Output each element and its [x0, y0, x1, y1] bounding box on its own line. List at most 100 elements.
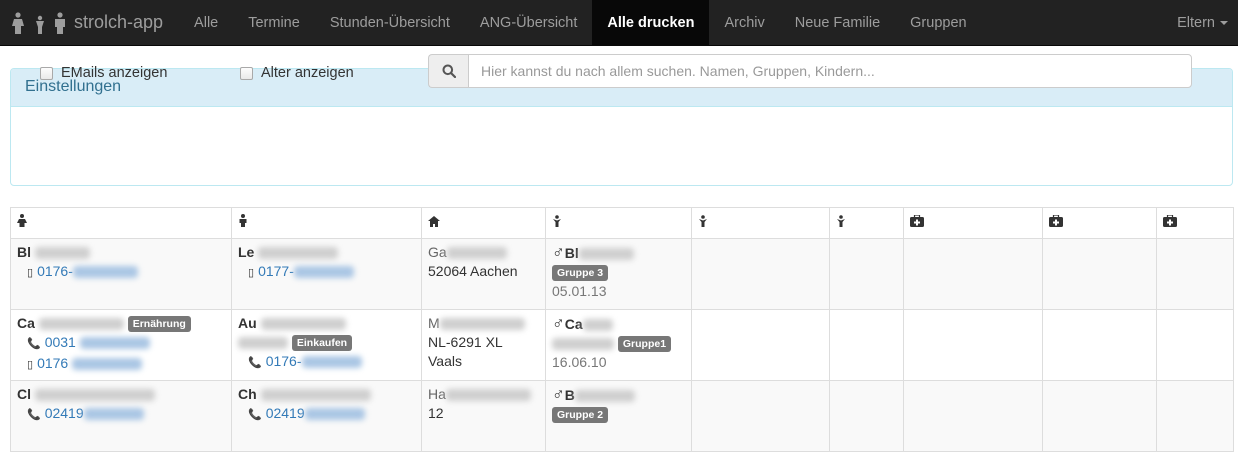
group-badge: Gruppe 2: [552, 407, 609, 424]
mobile-icon: ▯: [248, 267, 255, 279]
checkbox-icon[interactable]: [40, 66, 53, 80]
phone-link[interactable]: 0177-: [258, 263, 294, 279]
nav-stunden-uebersicht[interactable]: Stunden-Übersicht: [315, 0, 465, 45]
redacted-text: [574, 390, 635, 403]
column-header-address[interactable]: [421, 207, 546, 239]
child-cell-empty: [829, 238, 904, 310]
medical-kit-icon: [910, 214, 924, 230]
mother-cell: Bl ▯ 0176-: [10, 238, 232, 310]
brand-link[interactable]: strolch-app: [0, 0, 179, 45]
column-header-medical-3[interactable]: [1156, 207, 1234, 239]
street: Ga: [428, 244, 447, 260]
eltern-dropdown-label: Eltern: [1177, 14, 1215, 31]
mother-name: Cl: [17, 386, 31, 402]
show-age-checkbox[interactable]: Alter anzeigen: [240, 65, 354, 81]
phone-link[interactable]: 0176-: [266, 353, 302, 369]
mobile-icon: ▯: [27, 267, 34, 279]
redacted-text: [34, 389, 155, 402]
redacted-text: [83, 408, 144, 421]
phone-link[interactable]: 0176-: [37, 263, 73, 279]
table-row: Cl 📞 02419 Ch 📞 02419 Ha 12 ♂B Gruppe 2: [10, 380, 1234, 452]
redacted-text: [304, 408, 365, 421]
redacted-text: [439, 318, 525, 331]
phone-link[interactable]: 02419: [266, 405, 305, 421]
column-header-child-2[interactable]: [691, 207, 830, 239]
mother-icon: [17, 214, 27, 230]
phone-link[interactable]: 02419: [45, 405, 84, 421]
medical-cell-empty: [1042, 309, 1157, 381]
redacted-text: [34, 247, 90, 260]
redacted-text: [293, 266, 354, 279]
checkbox-icon[interactable]: [240, 66, 253, 80]
father-name: Ch: [238, 386, 257, 402]
show-emails-checkbox[interactable]: EMails anzeigen: [40, 65, 167, 81]
medical-cell-empty: [1156, 238, 1234, 310]
caret-down-icon: [1220, 20, 1228, 25]
brand-name: strolch-app: [74, 12, 164, 32]
redacted-text: [260, 318, 346, 331]
medical-cell-empty: [1042, 238, 1157, 310]
column-header-mother[interactable]: [10, 207, 232, 239]
redacted-text: [578, 248, 634, 261]
nav-neue-familie[interactable]: Neue Familie: [780, 0, 895, 45]
phone-link[interactable]: 0176: [37, 355, 68, 371]
medical-kit-icon: [1049, 214, 1063, 230]
redacted-text: [301, 356, 362, 369]
medical-cell-empty: [903, 380, 1043, 452]
medical-cell-empty: [1042, 380, 1157, 452]
child-name: B: [564, 387, 575, 403]
nav-alle[interactable]: Alle: [179, 0, 233, 45]
address-cell: M NL-6291 XL Vaals: [421, 309, 546, 381]
address-cell: Ha 12: [421, 380, 546, 452]
phone-icon: 📞: [248, 357, 262, 369]
medical-cell-empty: [903, 238, 1043, 310]
child-cell-empty: [691, 309, 830, 381]
redacted-text: [79, 337, 150, 350]
redacted-text: [260, 389, 371, 402]
column-header-father[interactable]: [231, 207, 422, 239]
phone-link[interactable]: 0031: [45, 334, 76, 350]
city: NL-6291 XL: [428, 334, 503, 350]
nav-termine[interactable]: Termine: [233, 0, 315, 45]
mother-name: Bl: [17, 244, 31, 260]
table-row: Ca Ernährung 📞 0031 ▯ 0176 Au Einkaufen 📞 0…: [10, 309, 1234, 381]
phone-icon: 📞: [27, 409, 41, 421]
street: M: [428, 315, 440, 331]
redacted-text: [582, 319, 613, 332]
show-age-label: Alter anzeigen: [261, 65, 354, 81]
child-cell-empty: [829, 380, 904, 452]
child-birthdate: 05.01.13: [552, 283, 607, 299]
nav-gruppen[interactable]: Gruppen: [895, 0, 981, 45]
redacted-text: [552, 338, 614, 351]
column-header-medical-2[interactable]: [1042, 207, 1157, 239]
redacted-text: [38, 318, 124, 331]
redacted-text: [446, 247, 507, 260]
child-icon: [552, 214, 562, 230]
mother-cell: Ca Ernährung 📞 0031 ▯ 0176: [10, 309, 232, 381]
column-header-child-1[interactable]: [545, 207, 692, 239]
child-birthdate: 16.06.10: [552, 354, 607, 370]
task-badge: Ernährung: [127, 316, 191, 333]
column-header-medical-1[interactable]: [903, 207, 1043, 239]
child-icon: [698, 214, 708, 230]
city: 52064 Aachen: [428, 263, 518, 279]
nav-ang-uebersicht[interactable]: ANG-Übersicht: [465, 0, 593, 45]
house-number: 12: [428, 405, 444, 421]
redacted-text: [238, 337, 288, 350]
address-cell: Ga 52064 Aachen: [421, 238, 546, 310]
father-cell: Au Einkaufen 📞 0176-: [231, 309, 422, 381]
search-icon: [428, 54, 468, 88]
search-input[interactable]: [468, 54, 1192, 88]
families-table: Bl ▯ 0176- Le ▯ 0177- Ga 52064 Aachen ♂Bl …: [10, 207, 1234, 452]
group-badge: Gruppe1: [617, 336, 672, 353]
medical-cell-empty: [1156, 309, 1234, 381]
child-icon: [836, 214, 846, 230]
child-name: Bl: [564, 245, 579, 261]
nav-alle-drucken[interactable]: Alle drucken: [592, 0, 710, 45]
column-header-child-3[interactable]: [829, 207, 904, 239]
redacted-text: [258, 247, 339, 260]
phone-icon: 📞: [27, 338, 41, 350]
nav-archiv[interactable]: Archiv: [709, 0, 779, 45]
child-cell-empty: [829, 309, 904, 381]
eltern-dropdown[interactable]: Eltern: [1162, 0, 1238, 45]
